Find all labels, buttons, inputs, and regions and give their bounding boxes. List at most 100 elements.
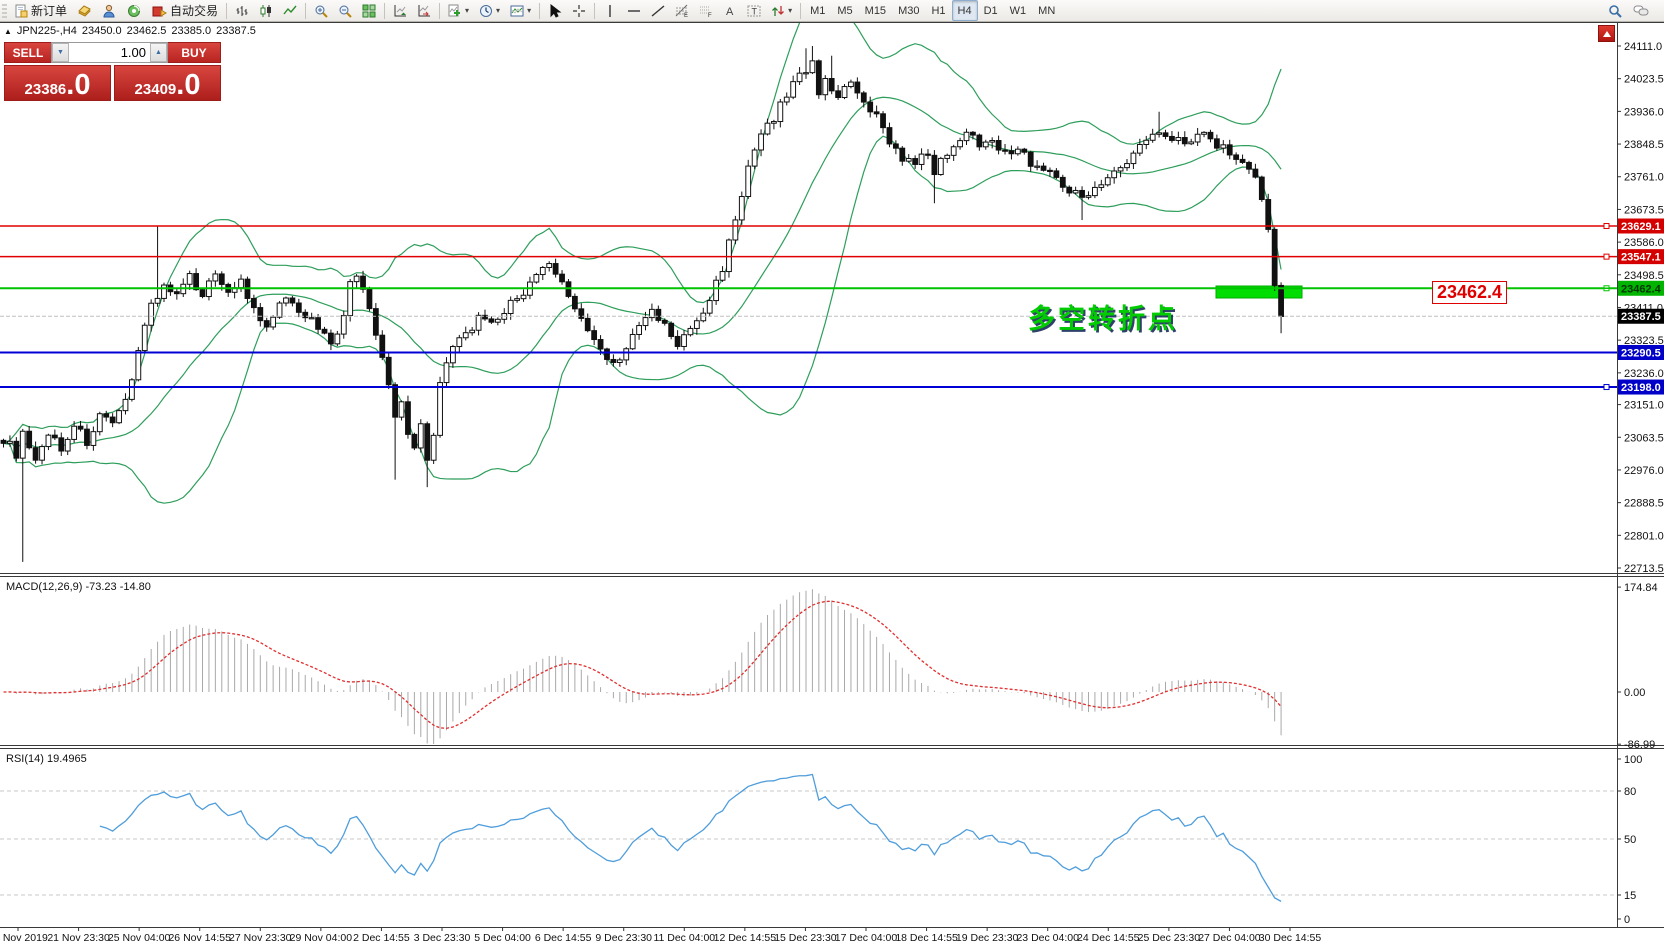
timeframe-button-w1[interactable]: W1 (1004, 0, 1033, 21)
svg-text:15 Dec 23:30: 15 Dec 23:30 (774, 932, 837, 944)
text-button[interactable]: A (718, 0, 742, 21)
svg-text:0: 0 (1624, 914, 1630, 926)
svg-text:0.00: 0.00 (1624, 687, 1645, 699)
signal-icon-button[interactable] (122, 0, 147, 21)
labelt-icon: T (747, 4, 761, 18)
shift-icon (417, 4, 431, 18)
buy-price-frac: .0 (176, 72, 200, 98)
sell-button[interactable]: SELL (4, 42, 51, 63)
svg-text:23936.0: 23936.0 (1624, 106, 1664, 118)
timeframe-button-m15[interactable]: M15 (859, 0, 892, 21)
channel-button[interactable]: F (694, 0, 718, 21)
open-value: 23450.0 (82, 25, 122, 37)
horizontal-line-button[interactable] (622, 0, 646, 21)
line-chart-button[interactable] (278, 0, 302, 21)
svg-text:22976.0: 22976.0 (1624, 465, 1664, 477)
svg-text:23629.1: 23629.1 (1621, 221, 1661, 233)
person-icon (102, 4, 117, 18)
chevron-down-icon: ▾ (788, 7, 792, 15)
svg-text:27 Dec 04:00: 27 Dec 04:00 (1198, 932, 1261, 944)
vertical-line-button[interactable] (598, 0, 622, 21)
rsi-label: RSI(14) 19.4965 (6, 753, 87, 765)
volume-decrease-button[interactable]: ▼ (52, 43, 69, 62)
zoom-out-button[interactable] (333, 0, 357, 21)
toolbar-separator (594, 3, 595, 19)
new-order-button[interactable]: 新订单 (9, 0, 72, 21)
svg-text:A: A (726, 6, 734, 18)
volume-stepper: ▼ ▲ (51, 42, 168, 63)
svg-text:17 Dec 04:00: 17 Dec 04:00 (835, 932, 898, 944)
timeframe-button-d1[interactable]: D1 (978, 0, 1004, 21)
svg-text:23586.0: 23586.0 (1624, 237, 1664, 249)
arrows-button[interactable]: ▾ (766, 0, 797, 21)
svg-text:23761.0: 23761.0 (1624, 172, 1664, 184)
hline-handle[interactable] (1604, 385, 1609, 390)
svg-text:29 Nov 04:00: 29 Nov 04:00 (290, 932, 353, 944)
search-button[interactable] (1603, 0, 1628, 21)
volume-input[interactable] (69, 43, 150, 62)
signal-icon (127, 4, 142, 18)
buy-price-main: 23409 (135, 82, 177, 99)
sell-price-main: 23386 (25, 82, 67, 99)
trendline-button[interactable] (646, 0, 670, 21)
svg-text:24023.5: 24023.5 (1624, 74, 1664, 86)
macd-label: MACD(12,26,9) -73.23 -14.80 (6, 581, 151, 593)
svg-text:25 Dec 23:30: 25 Dec 23:30 (1138, 932, 1201, 944)
fibonacci-button[interactable]: E (670, 0, 694, 21)
buy-price-panel[interactable]: 23409 .0 (114, 65, 221, 101)
svg-text:80: 80 (1624, 786, 1636, 798)
timeframe-button-m30[interactable]: M30 (892, 0, 925, 21)
svg-text:23673.5: 23673.5 (1624, 204, 1664, 216)
svg-text:23063.5: 23063.5 (1624, 432, 1664, 444)
bars-icon (235, 4, 249, 18)
chart-canvas[interactable]: 24111.024023.523936.023848.523761.023673… (0, 0, 1664, 946)
label-button[interactable]: T (742, 0, 766, 21)
chart-shift-button[interactable] (412, 0, 436, 21)
tile-windows-button[interactable] (357, 0, 381, 21)
svg-text:25 Nov 04:00: 25 Nov 04:00 (108, 932, 171, 944)
contacts-icon-button[interactable] (97, 0, 122, 21)
chat-button[interactable] (1628, 0, 1654, 21)
timeframe-button-h1[interactable]: H1 (925, 0, 951, 21)
svg-text:23 Dec 04:00: 23 Dec 04:00 (1016, 932, 1079, 944)
zoom-in-button[interactable] (309, 0, 333, 21)
svg-text:18 Dec 14:55: 18 Dec 14:55 (895, 932, 958, 944)
auto-trading-button[interactable]: 自动交易 (147, 0, 223, 21)
autoscroll-icon (393, 4, 407, 18)
chevron-down-icon: ▾ (465, 7, 469, 15)
cursor-button[interactable] (543, 0, 567, 21)
chart-text-annotation[interactable]: 多空转折点 (1028, 297, 1178, 336)
crosshair-button[interactable] (567, 0, 591, 21)
periods-button[interactable]: ▾ (474, 0, 505, 21)
template-icon (510, 4, 524, 18)
zoomout-icon (338, 4, 352, 18)
svg-text:22713.5: 22713.5 (1624, 563, 1664, 575)
scroll-to-end-button[interactable] (1598, 25, 1615, 42)
candle-chart-button[interactable] (254, 0, 278, 21)
timeframe-button-m5[interactable]: M5 (831, 0, 858, 21)
high-value: 23462.5 (127, 25, 167, 37)
sell-price-panel[interactable]: 23386 .0 (4, 65, 111, 101)
volume-increase-button[interactable]: ▲ (150, 43, 167, 62)
history-icon-button[interactable] (72, 0, 97, 21)
templates-button[interactable]: ▾ (505, 0, 536, 21)
chat-icon (1633, 4, 1649, 18)
toolbar-separator (439, 3, 440, 19)
svg-text:24 Dec 14:55: 24 Dec 14:55 (1077, 932, 1140, 944)
timeframe-button-m1[interactable]: M1 (804, 0, 831, 21)
auto-scroll-button[interactable] (388, 0, 412, 21)
svg-text:E: E (684, 13, 688, 18)
bar-chart-button[interactable] (230, 0, 254, 21)
collapse-icon[interactable]: ▲ (4, 27, 12, 36)
price-callout-label[interactable]: 23462.4 (1432, 281, 1507, 304)
crosshair-icon (572, 4, 586, 18)
svg-text:23498.5: 23498.5 (1624, 270, 1664, 282)
timeframe-button-mn[interactable]: MN (1032, 0, 1061, 21)
buy-button[interactable]: BUY (168, 42, 221, 63)
hline-handle[interactable] (1604, 254, 1609, 259)
timeframe-button-h4[interactable]: H4 (952, 0, 978, 21)
svg-text:23387.5: 23387.5 (1621, 311, 1661, 323)
up-triangle-icon (1603, 31, 1611, 37)
hline-handle[interactable] (1604, 224, 1609, 229)
indicators-button[interactable]: ▾ (443, 0, 474, 21)
